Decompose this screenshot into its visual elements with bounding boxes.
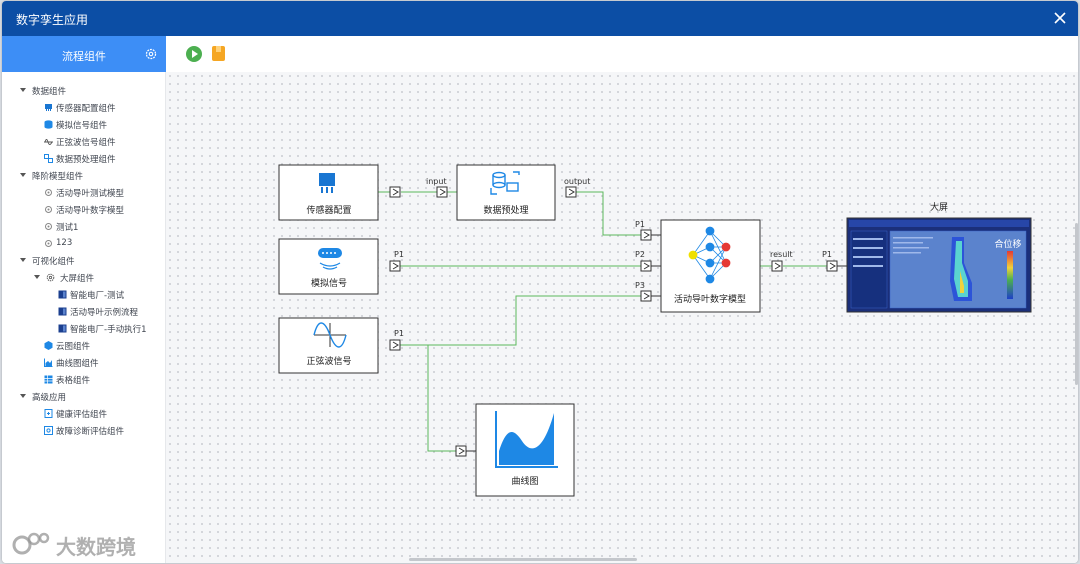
chart-icon — [44, 358, 53, 367]
sidebar-item-vane-test-model[interactable]: 活动导叶测试模型 — [2, 184, 166, 201]
sidebar-item-label: 云图组件 — [56, 342, 91, 352]
sidebar-item-label: 表格组件 — [56, 376, 91, 386]
preprocess-icon — [44, 154, 53, 163]
sidebar-item-label: 活动导叶数字模型 — [56, 206, 125, 216]
sidebar-item-screen-plant-test[interactable]: 智能电厂-测试 — [2, 286, 166, 303]
sidebar-item-health-assessment[interactable]: 健康评估组件 — [2, 405, 166, 422]
sidebar-item-advanced-apps[interactable]: 高级应用 — [2, 388, 166, 405]
wave-icon — [44, 139, 53, 145]
chevron-down-icon[interactable] — [20, 394, 26, 398]
sidebar-item-label: 活动导叶示例流程 — [70, 308, 139, 318]
model-icon — [45, 223, 52, 230]
gear-icon — [46, 273, 55, 282]
chevron-down-icon[interactable] — [34, 275, 40, 279]
sidebar-item-label: 正弦波信号组件 — [56, 138, 116, 148]
sidebar-item-label: 模拟信号组件 — [56, 121, 108, 131]
sidebar-item-label: 健康评估组件 — [56, 410, 108, 420]
sidebar-item-label: 测试1 — [56, 223, 79, 233]
sidebar-item-label: 大屏组件 — [60, 274, 95, 284]
toolbar — [166, 36, 1078, 72]
sidebar-item-data-components[interactable]: 数据组件 — [2, 82, 166, 99]
settings-gear-icon[interactable] — [144, 47, 158, 61]
flow-canvas[interactable] — [166, 72, 1078, 563]
model-icon — [45, 206, 52, 213]
sensor-icon — [45, 104, 52, 111]
sidebar-item-preprocess[interactable]: 数据预处理组件 — [2, 150, 166, 167]
sidebar-item-label: 可视化组件 — [32, 257, 75, 267]
screen-icon — [58, 324, 67, 333]
title-bar: 数字孪生应用 — [2, 1, 1078, 36]
chevron-down-icon[interactable] — [20, 258, 26, 262]
sidebar-item-label: 曲线图组件 — [56, 359, 99, 369]
sidebar-item-label: 降阶模型组件 — [32, 172, 84, 182]
sidebar-item-test1[interactable]: 测试1 — [2, 218, 166, 235]
cloud-icon — [44, 341, 53, 350]
sidebar-item-analog-signal[interactable]: 模拟信号组件 — [2, 116, 166, 133]
sidebar-item-screen-vane-demo[interactable]: 活动导叶示例流程 — [2, 303, 166, 320]
screen-icon — [58, 307, 67, 316]
database-icon — [44, 120, 53, 129]
sidebar-item-cloud-chart[interactable]: 云图组件 — [2, 337, 166, 354]
sidebar-title: 流程组件 — [62, 50, 106, 63]
sidebar-item-label: 活动导叶测试模型 — [56, 189, 125, 199]
save-button[interactable] — [212, 46, 225, 61]
sidebar-header: 流程组件 — [2, 36, 166, 72]
sidebar-item-sine-wave[interactable]: 正弦波信号组件 — [2, 133, 166, 150]
sidebar-item-screen-plant-manual[interactable]: 智能电厂-手动执行1 — [2, 320, 166, 337]
chevron-down-icon[interactable] — [20, 173, 26, 177]
sidebar-item-vane-digital-model[interactable]: 活动导叶数字模型 — [2, 201, 166, 218]
watermark-text: 大数跨境 — [56, 535, 136, 559]
vertical-scrollbar[interactable] — [1075, 223, 1078, 385]
table-icon — [44, 375, 53, 384]
sidebar-item-label: 传感器配置组件 — [56, 104, 116, 114]
sidebar-item-label: 故障诊断评估组件 — [56, 427, 125, 437]
sidebar-item-table[interactable]: 表格组件 — [2, 371, 166, 388]
model-icon — [45, 189, 52, 196]
sidebar-item-reduced-models[interactable]: 降阶模型组件 — [2, 167, 166, 184]
chevron-down-icon[interactable] — [20, 88, 26, 92]
model-icon — [45, 240, 52, 247]
screen-icon — [58, 290, 67, 299]
app-window: 数字孪生应用 流程组件 数据组件传感器配置组件 模拟信号组件 正弦波信号组件 数据预处… — [2, 1, 1078, 563]
component-sidebar: 流程组件 数据组件传感器配置组件 模拟信号组件 正弦波信号组件 数据预处理组件降阶模型… — [2, 36, 166, 563]
sidebar-item-fault-diagnosis[interactable]: 故障诊断评估组件 — [2, 422, 166, 439]
sidebar-item-visual-components[interactable]: 可视化组件 — [2, 252, 166, 269]
sidebar-item-label: 智能电厂-手动执行1 — [70, 325, 147, 335]
sidebar-item-label: 数据预处理组件 — [56, 155, 116, 165]
run-button[interactable] — [186, 46, 202, 62]
watermark-logo-icon — [12, 532, 50, 555]
sidebar-item-sensor-config[interactable]: 传感器配置组件 — [2, 99, 166, 116]
close-icon[interactable] — [1052, 10, 1068, 26]
diagnosis-icon — [44, 426, 53, 435]
window-title: 数字孪生应用 — [16, 13, 89, 27]
sidebar-item-item-123[interactable]: 123 — [2, 235, 166, 252]
sidebar-item-big-screen-group[interactable]: 大屏组件 — [2, 269, 166, 286]
component-tree: 数据组件传感器配置组件 模拟信号组件 正弦波信号组件 数据预处理组件降阶模型组件活动导… — [2, 82, 166, 439]
horizontal-scrollbar[interactable] — [409, 558, 637, 561]
sidebar-item-label: 高级应用 — [32, 393, 67, 403]
sidebar-item-curve-chart[interactable]: 曲线图组件 — [2, 354, 166, 371]
health-icon — [44, 409, 53, 418]
sidebar-item-label: 数据组件 — [32, 87, 67, 97]
sidebar-item-label: 123 — [56, 238, 73, 248]
sidebar-item-label: 智能电厂-测试 — [70, 291, 125, 301]
